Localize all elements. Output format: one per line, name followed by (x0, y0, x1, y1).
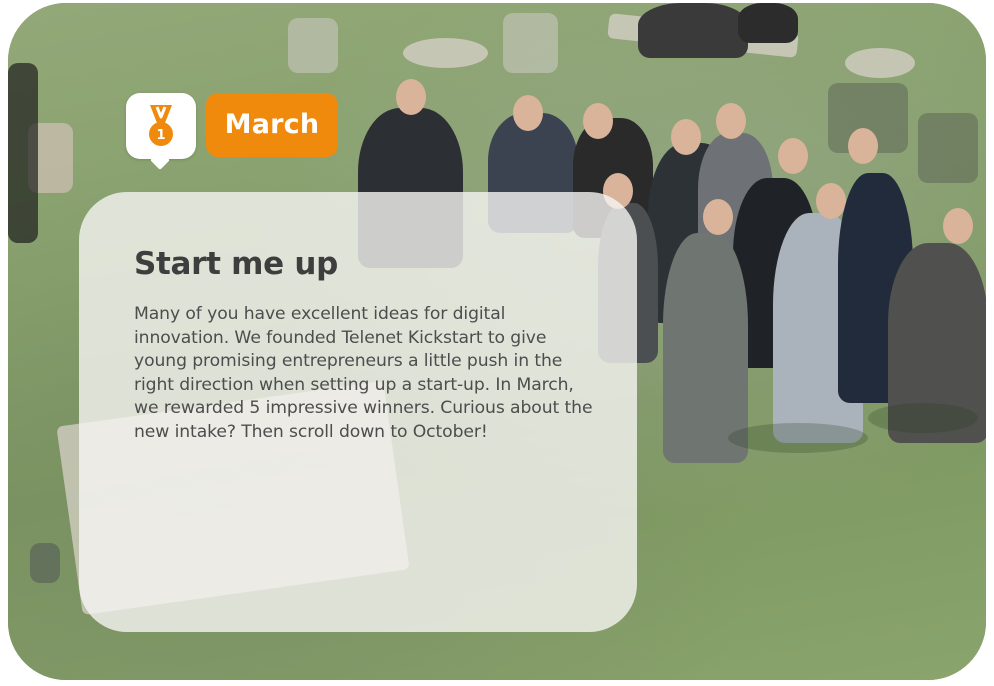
person (513, 95, 543, 131)
chair (8, 63, 38, 243)
medal-icon: 1 (149, 105, 173, 146)
person (703, 199, 733, 235)
shadow (728, 423, 868, 453)
person (778, 138, 808, 174)
chair (503, 13, 558, 73)
picnic-table (845, 48, 915, 78)
bin (30, 543, 60, 583)
chair (918, 113, 978, 183)
person (663, 233, 748, 463)
card-body: Many of you have excellent ideas for dig… (134, 304, 593, 442)
shadow (868, 403, 978, 433)
person (816, 183, 846, 219)
card-title: Start me up (134, 246, 339, 282)
person (848, 128, 878, 164)
person (716, 103, 746, 139)
person (943, 208, 973, 244)
person (638, 3, 748, 58)
person (396, 79, 426, 115)
person (671, 119, 701, 155)
month-label: March (206, 93, 338, 157)
story-card: Start me up Many of you have excellent i… (79, 192, 637, 632)
medal-badge: 1 (126, 93, 196, 159)
person (583, 103, 613, 139)
medal-number: 1 (156, 128, 165, 143)
person (738, 3, 798, 43)
chair (288, 18, 338, 73)
picnic-table (403, 38, 488, 68)
